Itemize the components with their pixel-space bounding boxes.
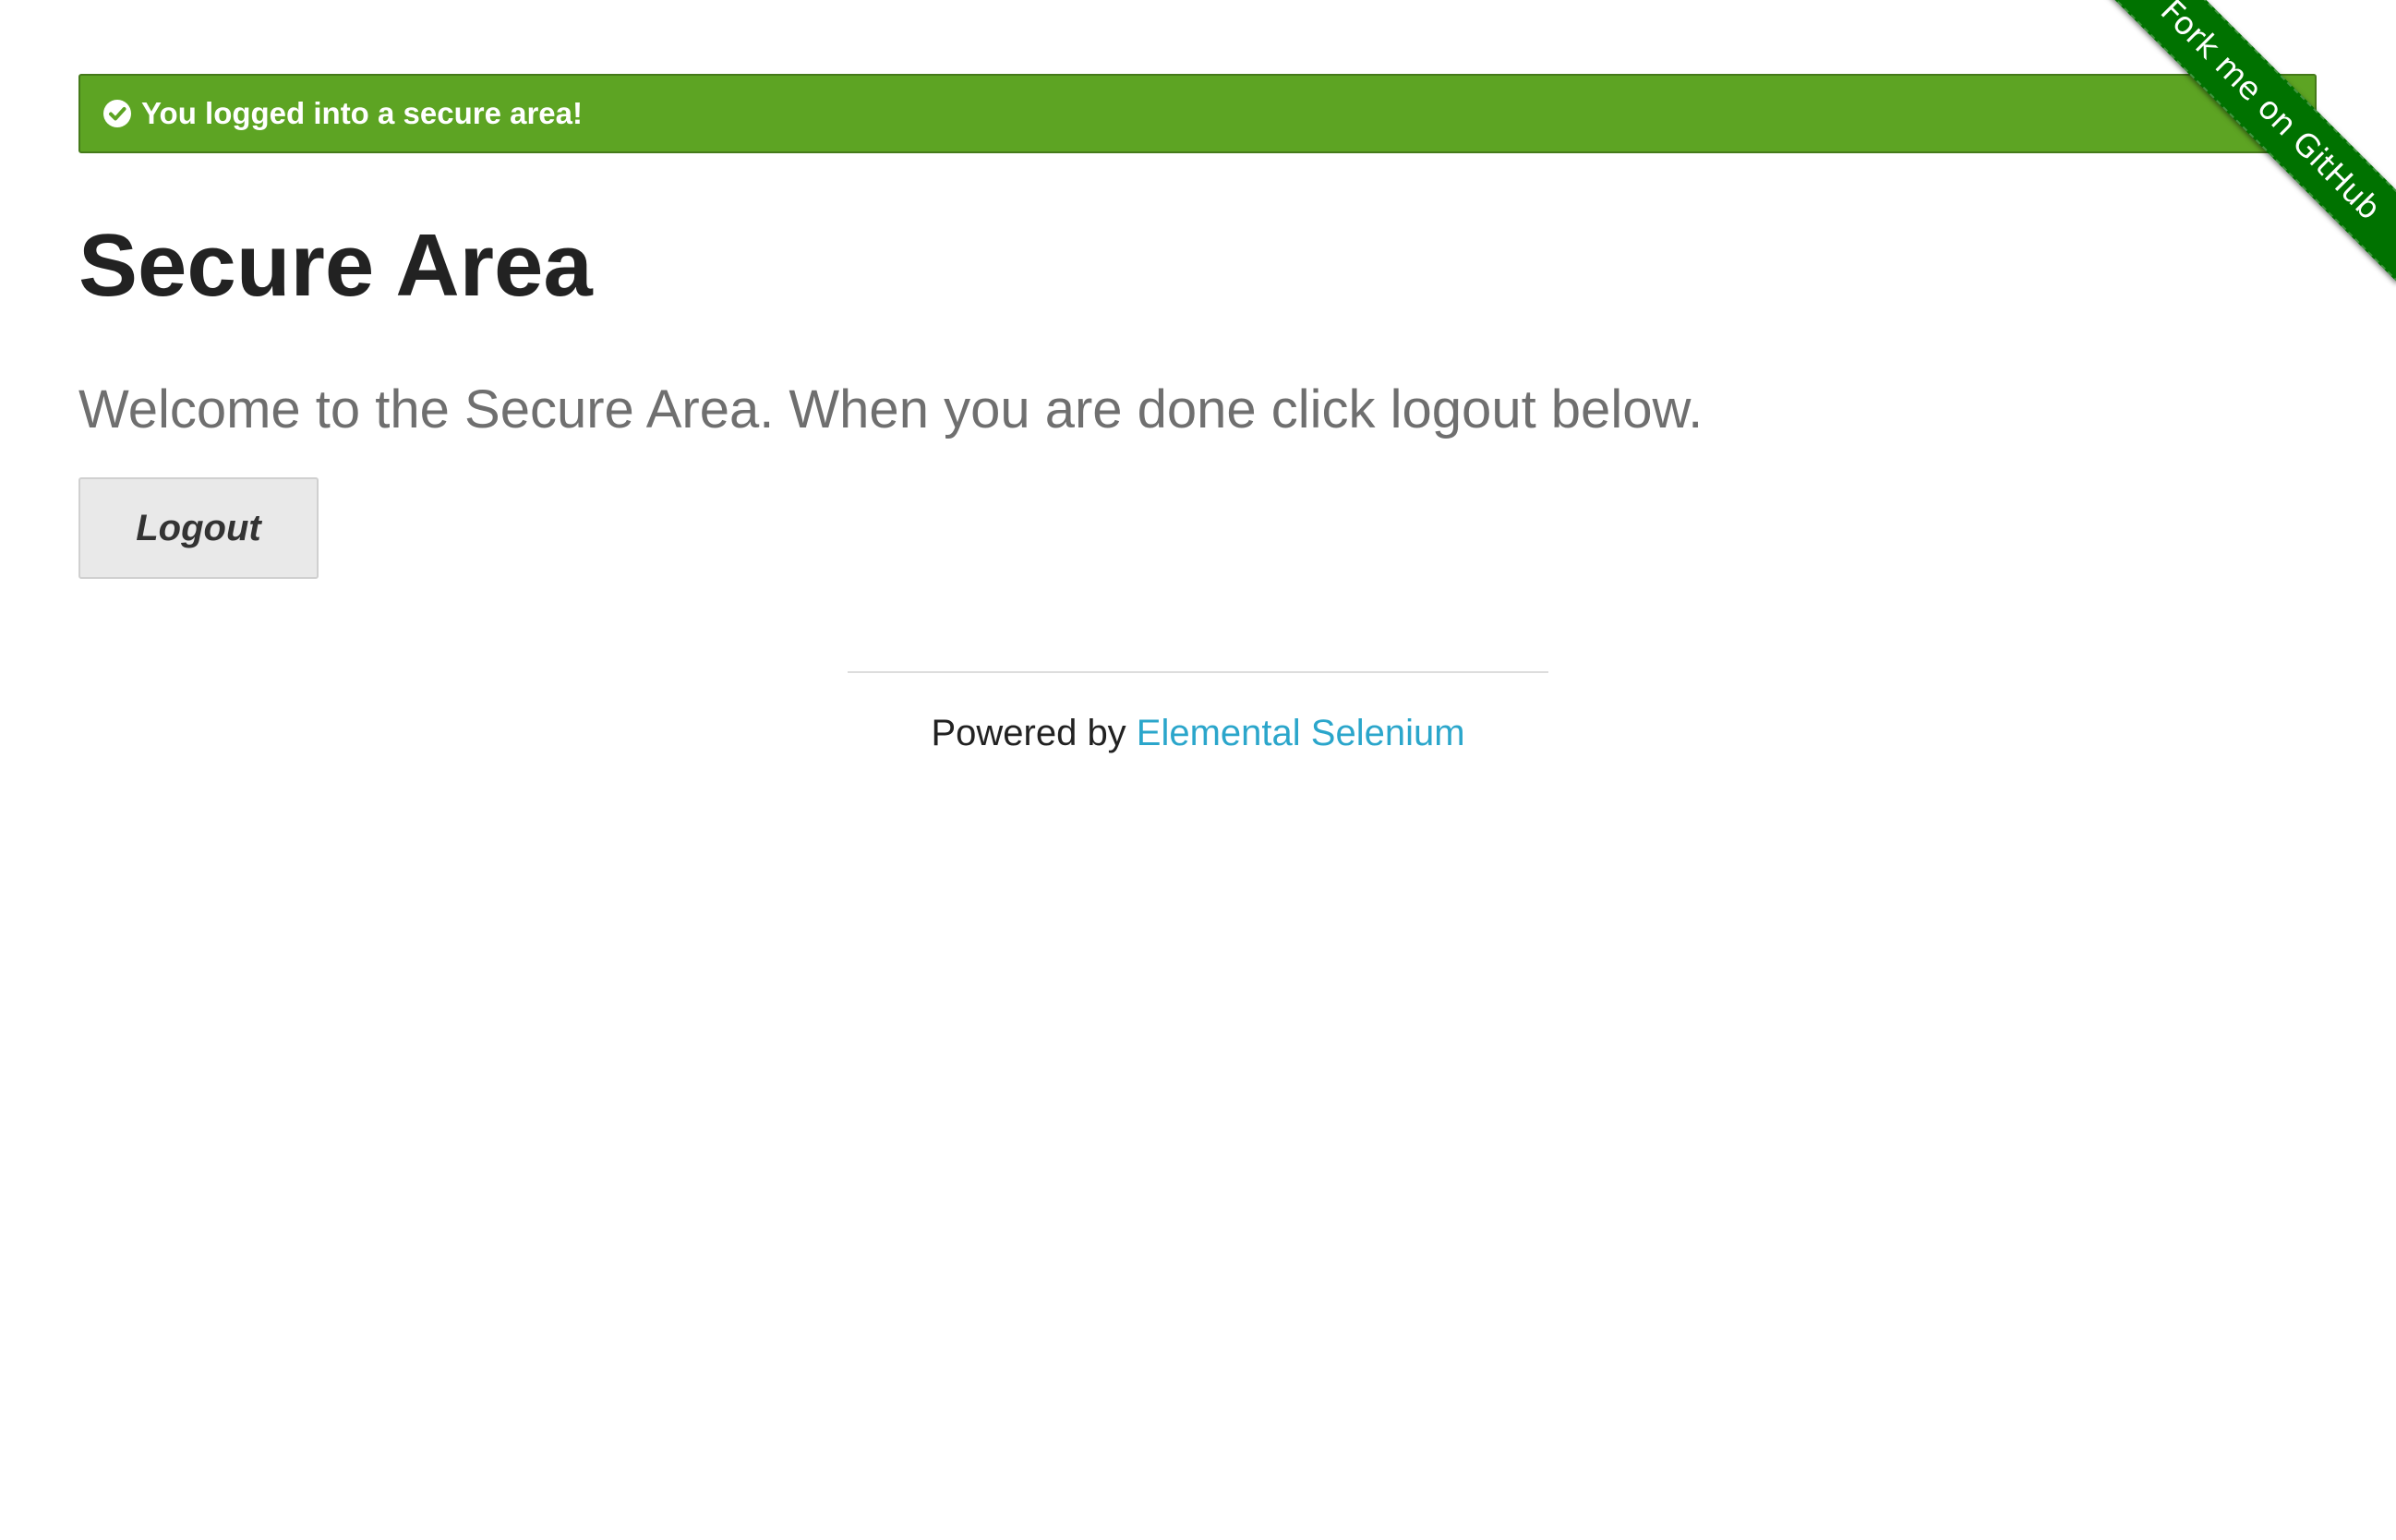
flash-message-text: You logged into a secure area! (141, 96, 584, 130)
page-title: Secure Area (78, 216, 593, 315)
logout-button-label: Logout (136, 507, 261, 548)
footer-divider (848, 671, 1548, 673)
logout-button[interactable]: Logout (78, 477, 319, 579)
check-circle-icon (103, 100, 131, 127)
footer-prefix: Powered by (931, 713, 1137, 753)
elemental-selenium-link[interactable]: Elemental Selenium (1137, 713, 1465, 753)
page: You logged into a secure area! × Secure … (0, 0, 2396, 1540)
fork-me-on-github-ribbon[interactable]: Fork me on GitHub (2097, 0, 2396, 283)
flash-success-message: You logged into a secure area! × (78, 74, 2317, 153)
github-ribbon-container: Fork me on GitHub (2082, 0, 2396, 314)
footer: Powered by Elemental Selenium (0, 713, 2396, 754)
ribbon-label: Fork me on GitHub (2152, 0, 2389, 228)
page-subheader: Welcome to the Secure Area. When you are… (78, 379, 1704, 439)
